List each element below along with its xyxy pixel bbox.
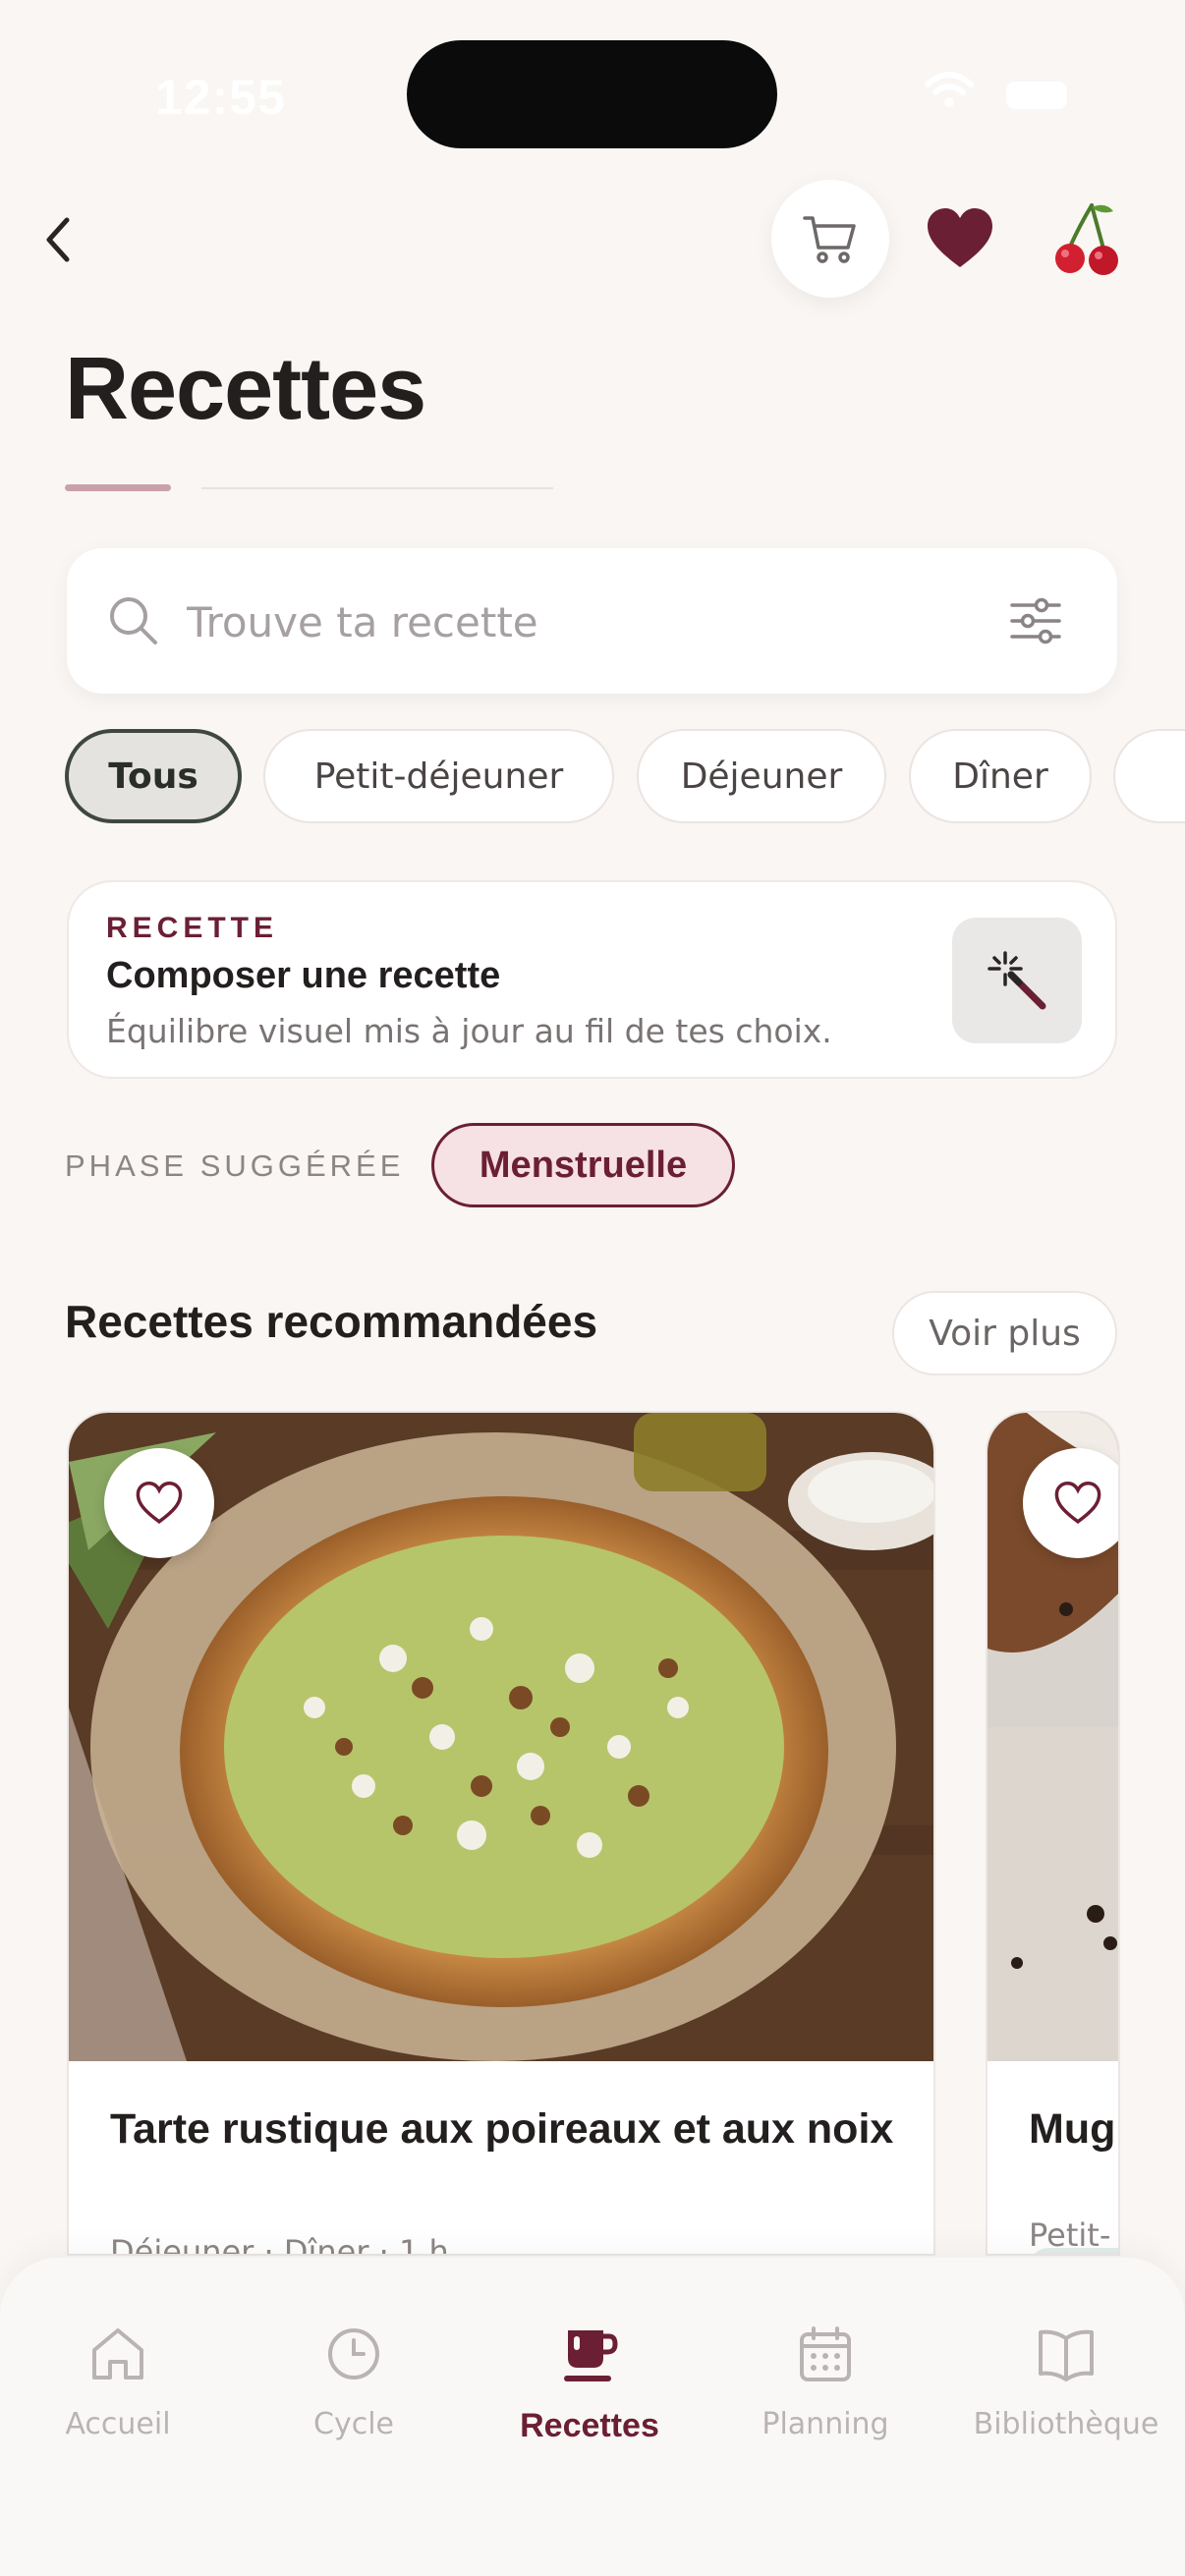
- dynamic-island: [407, 40, 777, 148]
- home-icon: [92, 2328, 143, 2380]
- recipe-title: Tarte rustique aux poireaux et aux noix: [110, 2105, 894, 2153]
- tab-label: Bibliothèque: [973, 2407, 1159, 2441]
- tab-label: Planning: [762, 2407, 889, 2441]
- calendar-icon: [800, 2326, 851, 2381]
- filter-sliders-icon[interactable]: [1010, 597, 1061, 644]
- clock-icon: [328, 2328, 379, 2380]
- search-icon: [110, 597, 157, 644]
- cup-icon: [564, 2330, 618, 2381]
- recipe-meta: Déjeuner · Dîner · 1 h: [110, 2233, 449, 2256]
- search-bar[interactable]: [67, 548, 1117, 694]
- cart-button[interactable]: [771, 180, 889, 298]
- phase-label: PHASE SUGGÉRÉE: [65, 1148, 405, 1183]
- compose-subtitle: Équilibre visuel mis à jour au fil de te…: [106, 1012, 832, 1050]
- cart-icon: [803, 216, 856, 263]
- filter-chip-diner[interactable]: Dîner: [909, 729, 1092, 823]
- see-more-button[interactable]: Voir plus: [892, 1291, 1117, 1375]
- recipe-title: Mug: [1029, 2105, 1116, 2153]
- compose-magic-button[interactable]: [952, 918, 1082, 1043]
- search-input[interactable]: [185, 584, 955, 660]
- status-time: 12:55: [155, 70, 286, 125]
- tab-bibliotheque[interactable]: Bibliothèque: [948, 2323, 1184, 2441]
- compose-title: Composer une recette: [106, 955, 501, 996]
- favorite-button[interactable]: [104, 1448, 214, 1558]
- recipe-tag: [1029, 2248, 1118, 2254]
- tab-label: Accueil: [65, 2407, 171, 2441]
- favorites-heart-icon[interactable]: [926, 206, 994, 271]
- book-icon: [1039, 2329, 1094, 2381]
- compose-recipe-card[interactable]: RECETTE Composer une recette Équilibre v…: [67, 880, 1117, 1079]
- tab-label: Recettes: [520, 2407, 659, 2444]
- magic-wand-icon: [988, 951, 1046, 1010]
- phase-chip[interactable]: Menstruelle: [431, 1123, 735, 1207]
- filter-chip-overflow[interactable]: [1113, 729, 1185, 823]
- compose-kicker: RECETTE: [106, 912, 279, 944]
- tab-recettes[interactable]: Recettes: [472, 2323, 707, 2445]
- back-chevron-icon[interactable]: [37, 210, 77, 269]
- tab-planning[interactable]: Planning: [707, 2323, 943, 2441]
- tab-label: Cycle: [313, 2407, 394, 2441]
- battery-icon: [1006, 82, 1067, 109]
- tab-accueil[interactable]: Accueil: [0, 2323, 236, 2441]
- title-underline-accent: [65, 484, 171, 491]
- page-title: Recettes: [65, 340, 426, 438]
- tab-bar: Accueil Cycle Recettes Planning Biblioth…: [0, 2258, 1185, 2576]
- title-underline-track: [201, 487, 553, 489]
- filter-chip-petit-dejeuner[interactable]: Petit-déjeuner: [263, 729, 614, 823]
- recipe-card[interactable]: Mug Petit-: [986, 1411, 1120, 2256]
- cherry-icon[interactable]: [1052, 201, 1121, 278]
- section-title-recommended: Recettes recommandées: [65, 1296, 598, 1347]
- heart-outline-icon: [1054, 1482, 1101, 1524]
- filter-chip-dejeuner[interactable]: Déjeuner: [637, 729, 886, 823]
- filter-chip-tous[interactable]: Tous: [65, 729, 242, 823]
- tab-cycle[interactable]: Cycle: [236, 2323, 472, 2441]
- recipe-card[interactable]: Tarte rustique aux poireaux et aux noix …: [67, 1411, 935, 2256]
- wifi-icon: [925, 72, 974, 107]
- heart-outline-icon: [136, 1482, 183, 1524]
